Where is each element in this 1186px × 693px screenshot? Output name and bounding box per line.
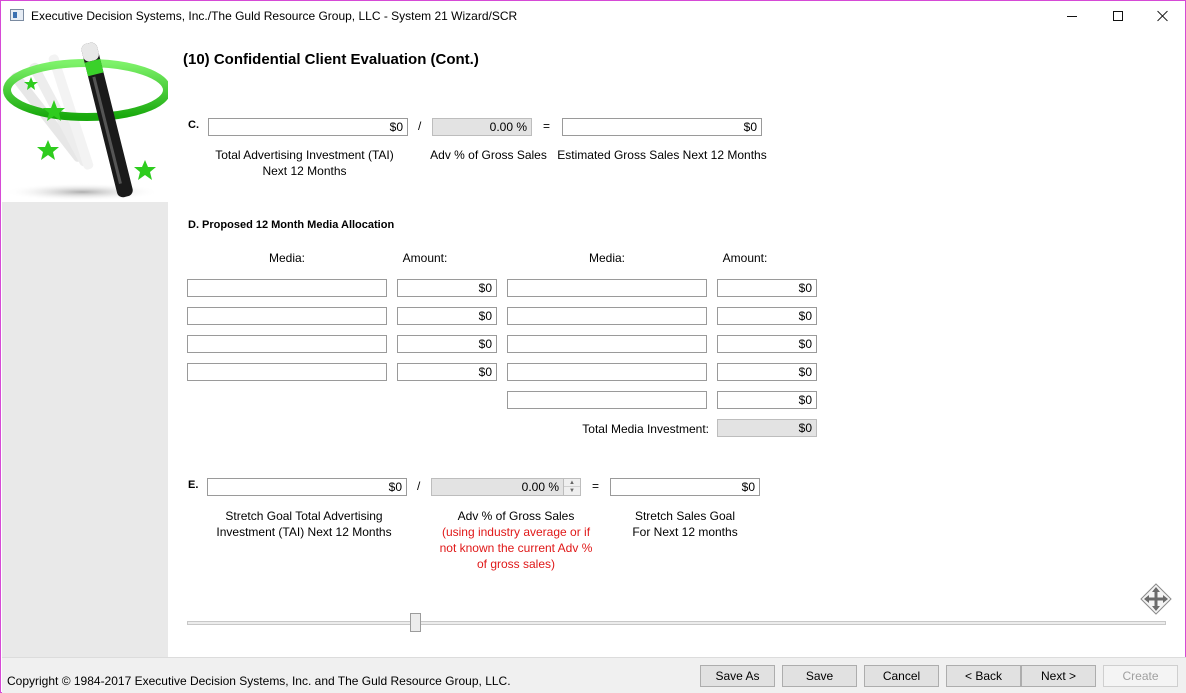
amount-header-left: Amount: <box>402 251 448 265</box>
stretch-tai-input[interactable]: $0 <box>207 478 407 496</box>
media-header-right: Media: <box>588 251 626 265</box>
media-input-left-1[interactable] <box>187 279 387 297</box>
amount-input-right-2[interactable]: $0 <box>717 307 817 325</box>
section-c-label: C. <box>188 119 199 131</box>
tai-caption-line1: Total Advertising Investment (TAI) <box>215 148 394 162</box>
adv-pct-caption: Adv % of Gross Sales <box>430 148 547 162</box>
back-button[interactable]: < Back <box>946 665 1021 687</box>
spinner-up-icon[interactable]: ▲ <box>564 479 580 487</box>
magic-wand-logo-art <box>3 42 168 201</box>
amount-input-left-3[interactable]: $0 <box>397 335 497 353</box>
section-d-label: D. Proposed 12 Month Media Allocation <box>188 219 395 231</box>
equals-operator-e: = <box>592 479 600 493</box>
stretch-sales-caption-line2: For Next 12 months <box>632 525 738 539</box>
maximize-button[interactable] <box>1095 1 1141 31</box>
amount-input-right-4[interactable]: $0 <box>717 363 817 381</box>
minimize-button[interactable] <box>1049 1 1095 31</box>
media-input-left-3[interactable] <box>187 335 387 353</box>
tai-caption-line2: Next 12 Months <box>262 164 347 178</box>
media-input-right-2[interactable] <box>507 307 707 325</box>
media-input-right-1[interactable] <box>507 279 707 297</box>
amount-input-right-1[interactable]: $0 <box>717 279 817 297</box>
close-button[interactable] <box>1140 1 1186 31</box>
title-bar[interactable]: Executive Decision Systems, Inc./The Gul… <box>1 1 1185 31</box>
copyright-text: Copyright © 1984-2017 Executive Decision… <box>7 674 511 688</box>
window-title: Executive Decision Systems, Inc./The Gul… <box>31 9 518 23</box>
media-header-left: Media: <box>268 251 306 265</box>
media-input-right-3[interactable] <box>507 335 707 353</box>
spinner-down-icon[interactable]: ▼ <box>564 487 580 495</box>
media-input-left-4[interactable] <box>187 363 387 381</box>
adv-pct-spinner[interactable]: ▲ ▼ <box>564 478 581 496</box>
adv-pct-note-line1: (using industry average or if <box>441 525 591 539</box>
save-as-button[interactable]: Save As <box>700 665 775 687</box>
amount-input-right-3[interactable]: $0 <box>717 335 817 353</box>
horizontal-slider-track[interactable] <box>187 621 1166 625</box>
app-icon <box>10 9 24 21</box>
adv-pct-caption-e-title: Adv % of Gross Sales <box>457 509 575 523</box>
adv-pct-note-line3: of gross sales) <box>476 557 556 571</box>
amount-input-left-2[interactable]: $0 <box>397 307 497 325</box>
minimize-icon <box>1067 15 1077 17</box>
save-button[interactable]: Save <box>782 665 857 687</box>
amount-header-right: Amount: <box>722 251 768 265</box>
total-media-investment-label: Total Media Investment: <box>582 422 709 436</box>
move-arrows-icon-art <box>1140 583 1172 615</box>
gross-sales-caption: Estimated Gross Sales Next 12 Months <box>557 148 767 162</box>
amount-input-right-5[interactable]: $0 <box>717 391 817 409</box>
app-window: Executive Decision Systems, Inc./The Gul… <box>0 0 1186 693</box>
cancel-button[interactable]: Cancel <box>864 665 939 687</box>
tai-input[interactable]: $0 <box>208 118 408 136</box>
adv-pct-stepper[interactable]: 0.00 % <box>431 478 564 496</box>
adv-pct-caption-e: Adv % of Gross Sales (using industry ave… <box>431 508 601 572</box>
media-input-right-5[interactable] <box>507 391 707 409</box>
total-media-investment-field: $0 <box>717 419 817 437</box>
magic-wand-logo <box>2 32 168 202</box>
move-arrows-icon[interactable] <box>1140 583 1172 615</box>
stretch-sales-caption: Stretch Sales Goal For Next 12 months <box>610 508 760 540</box>
tai-caption: Total Advertising Investment (TAI) Next … <box>208 147 401 179</box>
stretch-tai-caption: Stretch Goal Total Advertising Investmen… <box>207 508 401 540</box>
maximize-icon <box>1113 11 1123 21</box>
stretch-tai-caption-line1: Stretch Goal Total Advertising <box>225 509 383 523</box>
media-input-right-4[interactable] <box>507 363 707 381</box>
amount-input-left-1[interactable]: $0 <box>397 279 497 297</box>
stretch-sales-goal-input[interactable]: $0 <box>610 478 760 496</box>
section-e-label: E. <box>188 479 199 491</box>
adv-pct-gross-sales-field: 0.00 % <box>432 118 532 136</box>
equals-operator: = <box>543 119 551 133</box>
media-input-left-2[interactable] <box>187 307 387 325</box>
horizontal-slider-thumb[interactable] <box>409 613 421 632</box>
estimated-gross-sales-input[interactable]: $0 <box>562 118 762 136</box>
close-icon <box>1157 10 1169 22</box>
next-button[interactable]: Next > <box>1021 665 1096 687</box>
create-button: Create <box>1103 665 1178 687</box>
stretch-tai-caption-line2: Investment (TAI) Next 12 Months <box>216 525 392 539</box>
stretch-sales-caption-line1: Stretch Sales Goal <box>634 509 736 523</box>
divide-operator: / <box>418 119 422 133</box>
page-title: (10) Confidential Client Evaluation (Con… <box>183 51 479 68</box>
adv-pct-note-line2: not known the current Adv % <box>439 541 593 555</box>
amount-input-left-4[interactable]: $0 <box>397 363 497 381</box>
divide-operator-e: / <box>417 479 421 493</box>
